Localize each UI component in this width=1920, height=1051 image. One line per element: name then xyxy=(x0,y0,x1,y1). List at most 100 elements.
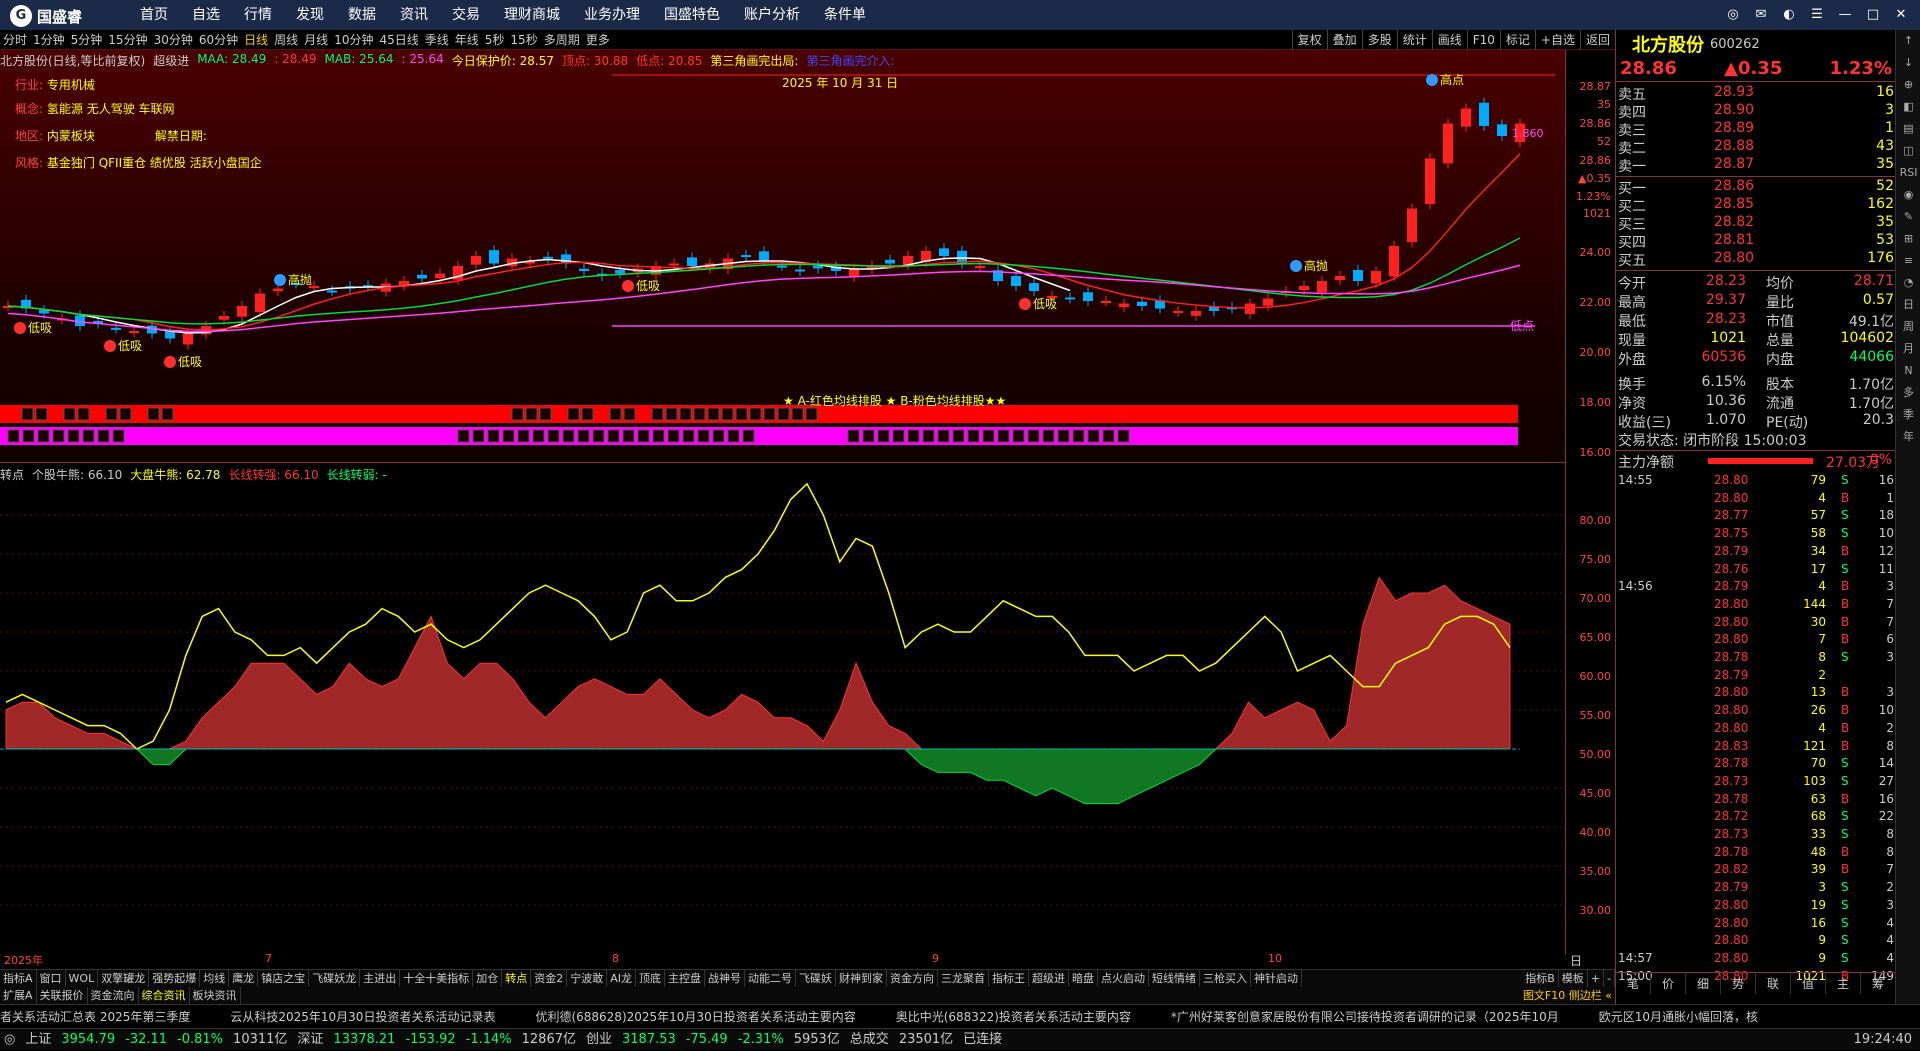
period-item[interactable]: 周线 xyxy=(274,30,298,49)
period-item[interactable]: 分时 xyxy=(3,30,27,49)
menu-item[interactable]: 行情 xyxy=(244,0,272,30)
tab-right-button[interactable]: + xyxy=(1588,970,1605,987)
indicator-tab[interactable]: 鹰龙 xyxy=(229,970,259,987)
tab-right-button[interactable]: 指标B xyxy=(1522,970,1559,987)
indicator-tab[interactable]: 镇店之宝 xyxy=(258,970,310,987)
sidebar-tool-icon[interactable]: ⊞ xyxy=(1896,228,1920,250)
menu-item[interactable]: 业务办理 xyxy=(584,0,640,30)
period-item[interactable]: 15秒 xyxy=(510,30,537,49)
period-item[interactable]: 日线 xyxy=(244,30,268,49)
indicator-tab[interactable]: 飞碟妖龙 xyxy=(309,970,361,987)
menu-item[interactable]: 理财商城 xyxy=(504,0,560,30)
news-item[interactable]: 者关系活动汇总表 2025年第三季度 xyxy=(0,1005,190,1028)
bid-row[interactable]: 买四 28.81 53 xyxy=(1616,232,1896,251)
indicator-tab[interactable]: 三龙聚首 xyxy=(938,970,989,987)
sidebar-period[interactable]: 年 xyxy=(1896,426,1920,448)
period-item[interactable]: 1分钟 xyxy=(33,30,65,49)
ask-row[interactable]: 卖三 28.89 1 xyxy=(1616,120,1896,139)
maximize-icon[interactable]: □ xyxy=(1862,4,1884,26)
period-item[interactable]: 5分钟 xyxy=(71,30,103,49)
cy-label[interactable]: 创业 xyxy=(586,1029,612,1050)
extension-tab[interactable]: 扩展A xyxy=(0,987,37,1004)
sidebar-period[interactable]: 季 xyxy=(1896,404,1920,426)
menu-item[interactable]: 自选 xyxy=(192,0,220,30)
indicator-tab[interactable]: 强势起爆 xyxy=(149,970,201,987)
sh-label[interactable]: 上证 xyxy=(25,1029,51,1050)
extension-tab[interactable]: 关联报价 xyxy=(37,987,88,1004)
sidebar-tool-icon[interactable]: ◉ xyxy=(1896,184,1920,206)
indicator-tab[interactable]: 超级进 xyxy=(1029,970,1069,987)
period-item[interactable]: 多周期 xyxy=(544,30,580,49)
menu-item[interactable]: 国盛特色 xyxy=(664,0,720,30)
bid-row[interactable]: 买五 28.80 176 xyxy=(1616,250,1896,269)
indicator-tab[interactable]: 主进出 xyxy=(360,970,401,987)
sidebar-tool-icon[interactable]: ◫ xyxy=(1896,140,1920,162)
indicator-tab[interactable]: 转点 xyxy=(502,970,532,987)
app-logo[interactable]: G 国盛睿 xyxy=(10,5,82,27)
period-item[interactable]: 更多 xyxy=(586,30,610,49)
indicator-tab[interactable]: 短线情绪 xyxy=(1149,970,1200,987)
indicator-tab[interactable]: 均线 xyxy=(200,970,230,987)
right-tab[interactable]: 值 xyxy=(1791,973,1826,994)
right-tab[interactable]: 主 xyxy=(1826,973,1861,994)
news-item[interactable]: 奥比中光(688322)投资者关系活动主要内容 xyxy=(896,1005,1131,1028)
indicator-tab[interactable]: 指标A xyxy=(0,970,37,987)
sidebar-period[interactable]: N xyxy=(1896,360,1920,382)
menu-item[interactable]: 数据 xyxy=(348,0,376,30)
tool-button[interactable]: +自选 xyxy=(1534,30,1580,50)
period-item[interactable]: 45日线 xyxy=(379,30,418,49)
sidebar-tool-icon[interactable]: ◧ xyxy=(1896,96,1920,118)
sidebar-tool-icon[interactable]: RSI xyxy=(1896,162,1920,184)
right-tab[interactable]: 笔 xyxy=(1616,973,1651,994)
right-tab[interactable]: 联 xyxy=(1756,973,1791,994)
menu-item[interactable]: 账户分析 xyxy=(744,0,800,30)
sidebar-tool-icon[interactable]: ⊕ xyxy=(1896,74,1920,96)
mail-icon[interactable]: ✉ xyxy=(1750,4,1772,26)
sidebar-tool-icon[interactable]: ▤ xyxy=(1896,118,1920,140)
right-tab[interactable]: 势 xyxy=(1721,973,1756,994)
close-icon[interactable]: ✕ xyxy=(1890,4,1912,26)
news-item[interactable]: 欧元区10月通胀小幅回落，核 xyxy=(1599,1005,1758,1028)
menu-item[interactable]: 资讯 xyxy=(400,0,428,30)
indicator-tab[interactable]: 窗口 xyxy=(37,970,66,987)
bid-row[interactable]: 买二 28.85 162 xyxy=(1616,196,1896,215)
period-item[interactable]: 月线 xyxy=(304,30,328,49)
indicator-tab[interactable]: 点火启动 xyxy=(1098,970,1149,987)
right-tab[interactable]: 筹 xyxy=(1861,973,1896,994)
indicator-tab[interactable]: 资金方向 xyxy=(887,970,938,987)
extension-tab[interactable]: 综合资讯 xyxy=(139,987,190,1004)
sidebar-period[interactable]: 月 xyxy=(1896,338,1920,360)
indicator-tab[interactable]: 资金2 xyxy=(531,970,568,987)
tool-button[interactable]: 叠加 xyxy=(1326,30,1362,50)
menu-item[interactable]: 条件单 xyxy=(824,0,866,30)
extension-tab[interactable]: 资金流向 xyxy=(88,987,139,1004)
period-item[interactable]: 10分钟 xyxy=(334,30,373,49)
indicator-tab[interactable]: 双擎罐龙 xyxy=(98,970,150,987)
tool-button[interactable]: 复权 xyxy=(1291,30,1327,50)
bid-row[interactable]: 买三 28.82 35 xyxy=(1616,214,1896,233)
bid-row[interactable]: 买一 28.86 52 xyxy=(1616,178,1896,197)
menu-item[interactable]: 交易 xyxy=(452,0,480,30)
sidebar-tool-icon[interactable]: ↑ xyxy=(1896,30,1920,52)
tab-right-button[interactable]: - xyxy=(1604,970,1615,987)
sidebar-tool-icon[interactable]: ≡ xyxy=(1896,250,1920,272)
period-item[interactable]: 60分钟 xyxy=(199,30,238,49)
indicator-tab[interactable]: 顶底 xyxy=(636,970,665,987)
right-tab[interactable]: 价 xyxy=(1651,973,1686,994)
period-item[interactable]: 30分钟 xyxy=(154,30,193,49)
indicator-tab[interactable]: 飞碟妖 xyxy=(796,970,836,987)
menu-item[interactable]: 发现 xyxy=(296,0,324,30)
tool-button[interactable]: 统计 xyxy=(1396,30,1432,50)
ask-row[interactable]: 卖二 28.88 43 xyxy=(1616,138,1896,157)
period-item[interactable]: 5秒 xyxy=(485,30,505,49)
indicator-tab[interactable]: 暗盘 xyxy=(1069,970,1098,987)
side-panel-toggle[interactable]: 图文F10 侧边栏 « xyxy=(1520,987,1615,1004)
indicator-tab[interactable]: 加仓 xyxy=(473,970,503,987)
period-item[interactable]: 年线 xyxy=(455,30,479,49)
period-item[interactable]: 15分钟 xyxy=(108,30,147,49)
minimize-icon[interactable]: — xyxy=(1834,4,1856,26)
message-icon[interactable]: ◎ xyxy=(1722,4,1744,26)
ask-row[interactable]: 卖五 28.93 16 xyxy=(1616,84,1896,103)
indicator-tab[interactable]: 战神号 xyxy=(705,970,745,987)
indicator-tab[interactable]: 神针启动 xyxy=(1251,970,1302,987)
